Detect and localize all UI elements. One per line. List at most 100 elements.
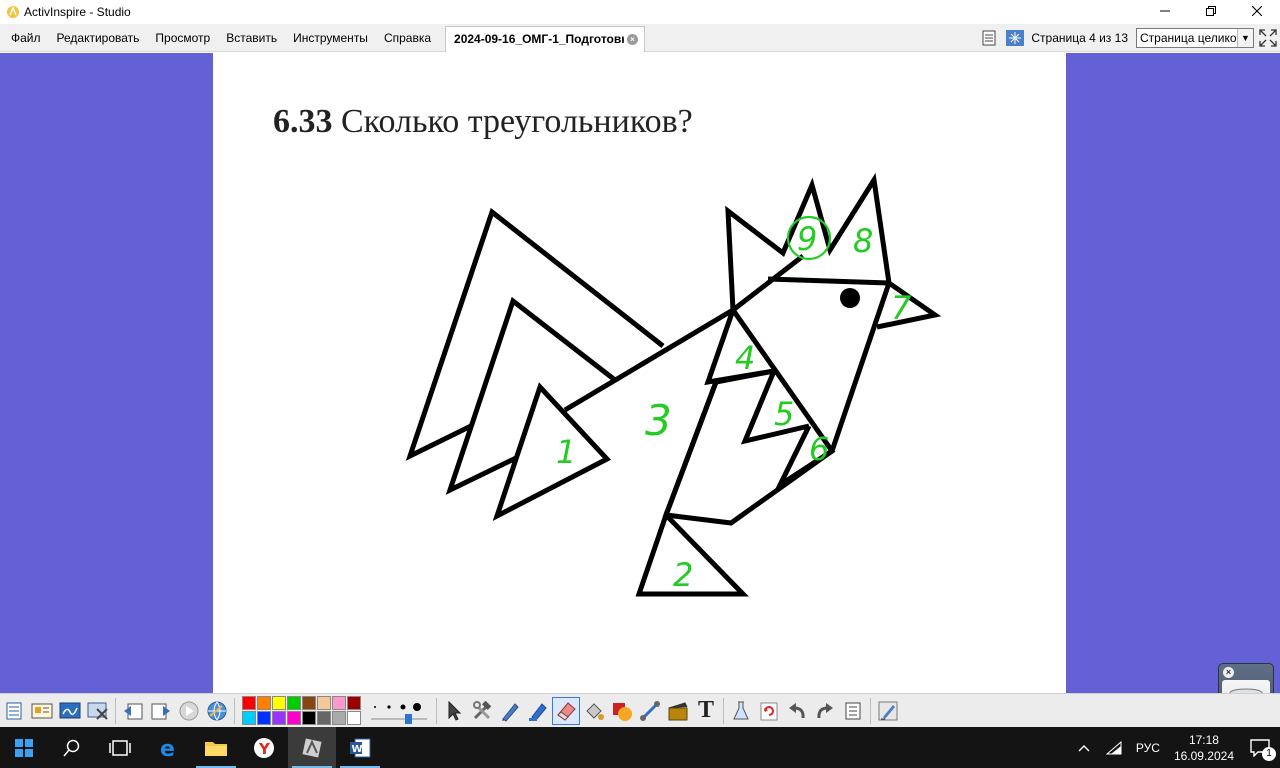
next-page-icon [151,703,170,719]
annotation-1: 1 [556,433,576,471]
clip-tool-button[interactable] [664,697,692,725]
color-swatch[interactable] [347,696,361,710]
redo-button[interactable] [811,697,839,725]
taskbar-edge[interactable]: e [144,727,192,768]
edge-browser-icon: e [160,737,175,759]
chevron-down-icon[interactable]: ▼ [1237,29,1253,47]
menu-file[interactable]: Файл [3,26,49,50]
tools-button[interactable] [468,697,496,725]
main-menu-button[interactable] [0,697,28,725]
eraser-tool-button[interactable] [552,696,580,725]
task-view-button[interactable] [96,727,144,768]
trash-close-icon[interactable]: × [1223,667,1234,678]
window-title: ActivInspire - Studio [24,5,131,19]
taskbar-word[interactable]: W [336,727,384,768]
desktop-tools-button[interactable] [84,697,112,725]
pen-tool-button[interactable] [496,697,524,725]
menu-insert[interactable]: Вставить [218,26,285,50]
color-swatch[interactable] [242,711,256,725]
tab-close-icon[interactable]: × [627,33,639,45]
rooster-eye [840,288,860,308]
background-button[interactable] [1005,28,1025,48]
triangle-1 [492,382,612,522]
minimize-button[interactable] [1142,0,1188,22]
network-button[interactable] [1105,740,1122,755]
color-swatch[interactable] [302,711,316,725]
previous-page-button[interactable] [119,697,147,725]
text-tool-button[interactable]: T [692,697,720,725]
color-swatch[interactable] [317,711,331,725]
zoom-value: Страница целиком [1140,31,1236,45]
desktop-tools-icon [87,702,108,720]
menu-tools[interactable]: Инструменты [285,26,376,50]
zoom-select[interactable]: Страница целиком ▼ [1136,28,1254,48]
close-button[interactable] [1234,0,1280,22]
task-view-icon [109,739,131,756]
system-tray: РУС 17:18 16.09.2024 1 [1070,727,1280,768]
menu-view[interactable]: Просмотр [147,26,218,50]
color-swatch[interactable] [287,696,301,710]
document-tab-label: 2024-09-16_ОМГ-1_Подготовка [454,32,625,46]
menu-edit[interactable]: Редактировать [49,26,148,50]
activinspire-taskbar-icon [302,738,322,757]
restore-icon [1206,6,1216,16]
notification-center-button[interactable]: 1 [1250,738,1276,761]
connector-icon [640,700,660,721]
clear-button[interactable] [727,697,755,725]
web-browser-button[interactable] [203,697,231,725]
toolbox-collapse-button[interactable] [874,697,902,725]
connector-tool-button[interactable] [636,697,664,725]
select-tool-button[interactable] [440,697,468,725]
rooster-triangles-figure[interactable]: 1 2 3 4 5 6 7 8 9 [213,53,1066,693]
clear-flask-icon [733,701,749,719]
globe-icon [207,701,227,720]
taskbar-activinspire[interactable] [288,727,336,768]
page-notes-button[interactable] [839,697,867,725]
play-button[interactable] [175,697,203,725]
resource-browser-button[interactable] [28,697,56,725]
undo-button[interactable] [783,697,811,725]
color-swatch[interactable] [302,696,316,710]
redo-icon [817,702,833,718]
highlighter-tool-button[interactable] [524,697,552,725]
svg-text:W: W [352,744,363,755]
page-browser-button[interactable] [979,28,999,48]
title-bar: ActivInspire - Studio [0,0,1280,24]
input-language[interactable]: РУС [1136,741,1160,755]
snowflake-icon [1006,30,1025,46]
pen-icon [502,702,519,722]
color-swatch[interactable] [272,696,286,710]
restore-button[interactable] [1188,0,1234,22]
flipchart-page[interactable]: 6.33 Сколько треугольников? 1 2 3 4 5 6 … [213,53,1066,693]
shape-tool-button[interactable] [608,697,636,725]
color-swatch[interactable] [347,711,361,725]
color-swatch[interactable] [332,711,346,725]
undo-icon [789,702,805,718]
desktop-annotate-icon [59,702,81,718]
taskbar-file-explorer[interactable] [192,727,240,768]
color-swatch[interactable] [272,711,286,725]
flipchart-workspace[interactable]: 6.33 Сколько треугольников? 1 2 3 4 5 6 … [0,53,1280,741]
taskbar-clock[interactable]: 17:18 16.09.2024 [1174,732,1234,764]
next-page-button[interactable] [147,697,175,725]
search-button[interactable] [48,727,96,768]
color-swatch[interactable] [257,711,271,725]
color-swatch[interactable] [257,696,271,710]
reset-page-button[interactable] [755,697,783,725]
taskbar-yandex-browser[interactable]: Y [240,727,288,768]
menu-help[interactable]: Справка [376,26,439,50]
previous-page-icon [124,703,143,719]
fullscreen-button[interactable] [1258,28,1278,48]
show-hidden-icons-button[interactable] [1078,744,1090,752]
color-swatch[interactable] [242,696,256,710]
start-button[interactable] [0,727,48,768]
document-tab[interactable]: 2024-09-16_ОМГ-1_Подготовка × [445,25,646,52]
color-swatch[interactable] [287,711,301,725]
word-icon: W [350,738,371,757]
color-swatch[interactable] [332,696,346,710]
comb-base [767,276,890,286]
pen-width-selector[interactable] [369,697,429,725]
desktop-annotate-button[interactable] [56,697,84,725]
color-swatch[interactable] [317,696,331,710]
fill-tool-button[interactable] [580,697,608,725]
